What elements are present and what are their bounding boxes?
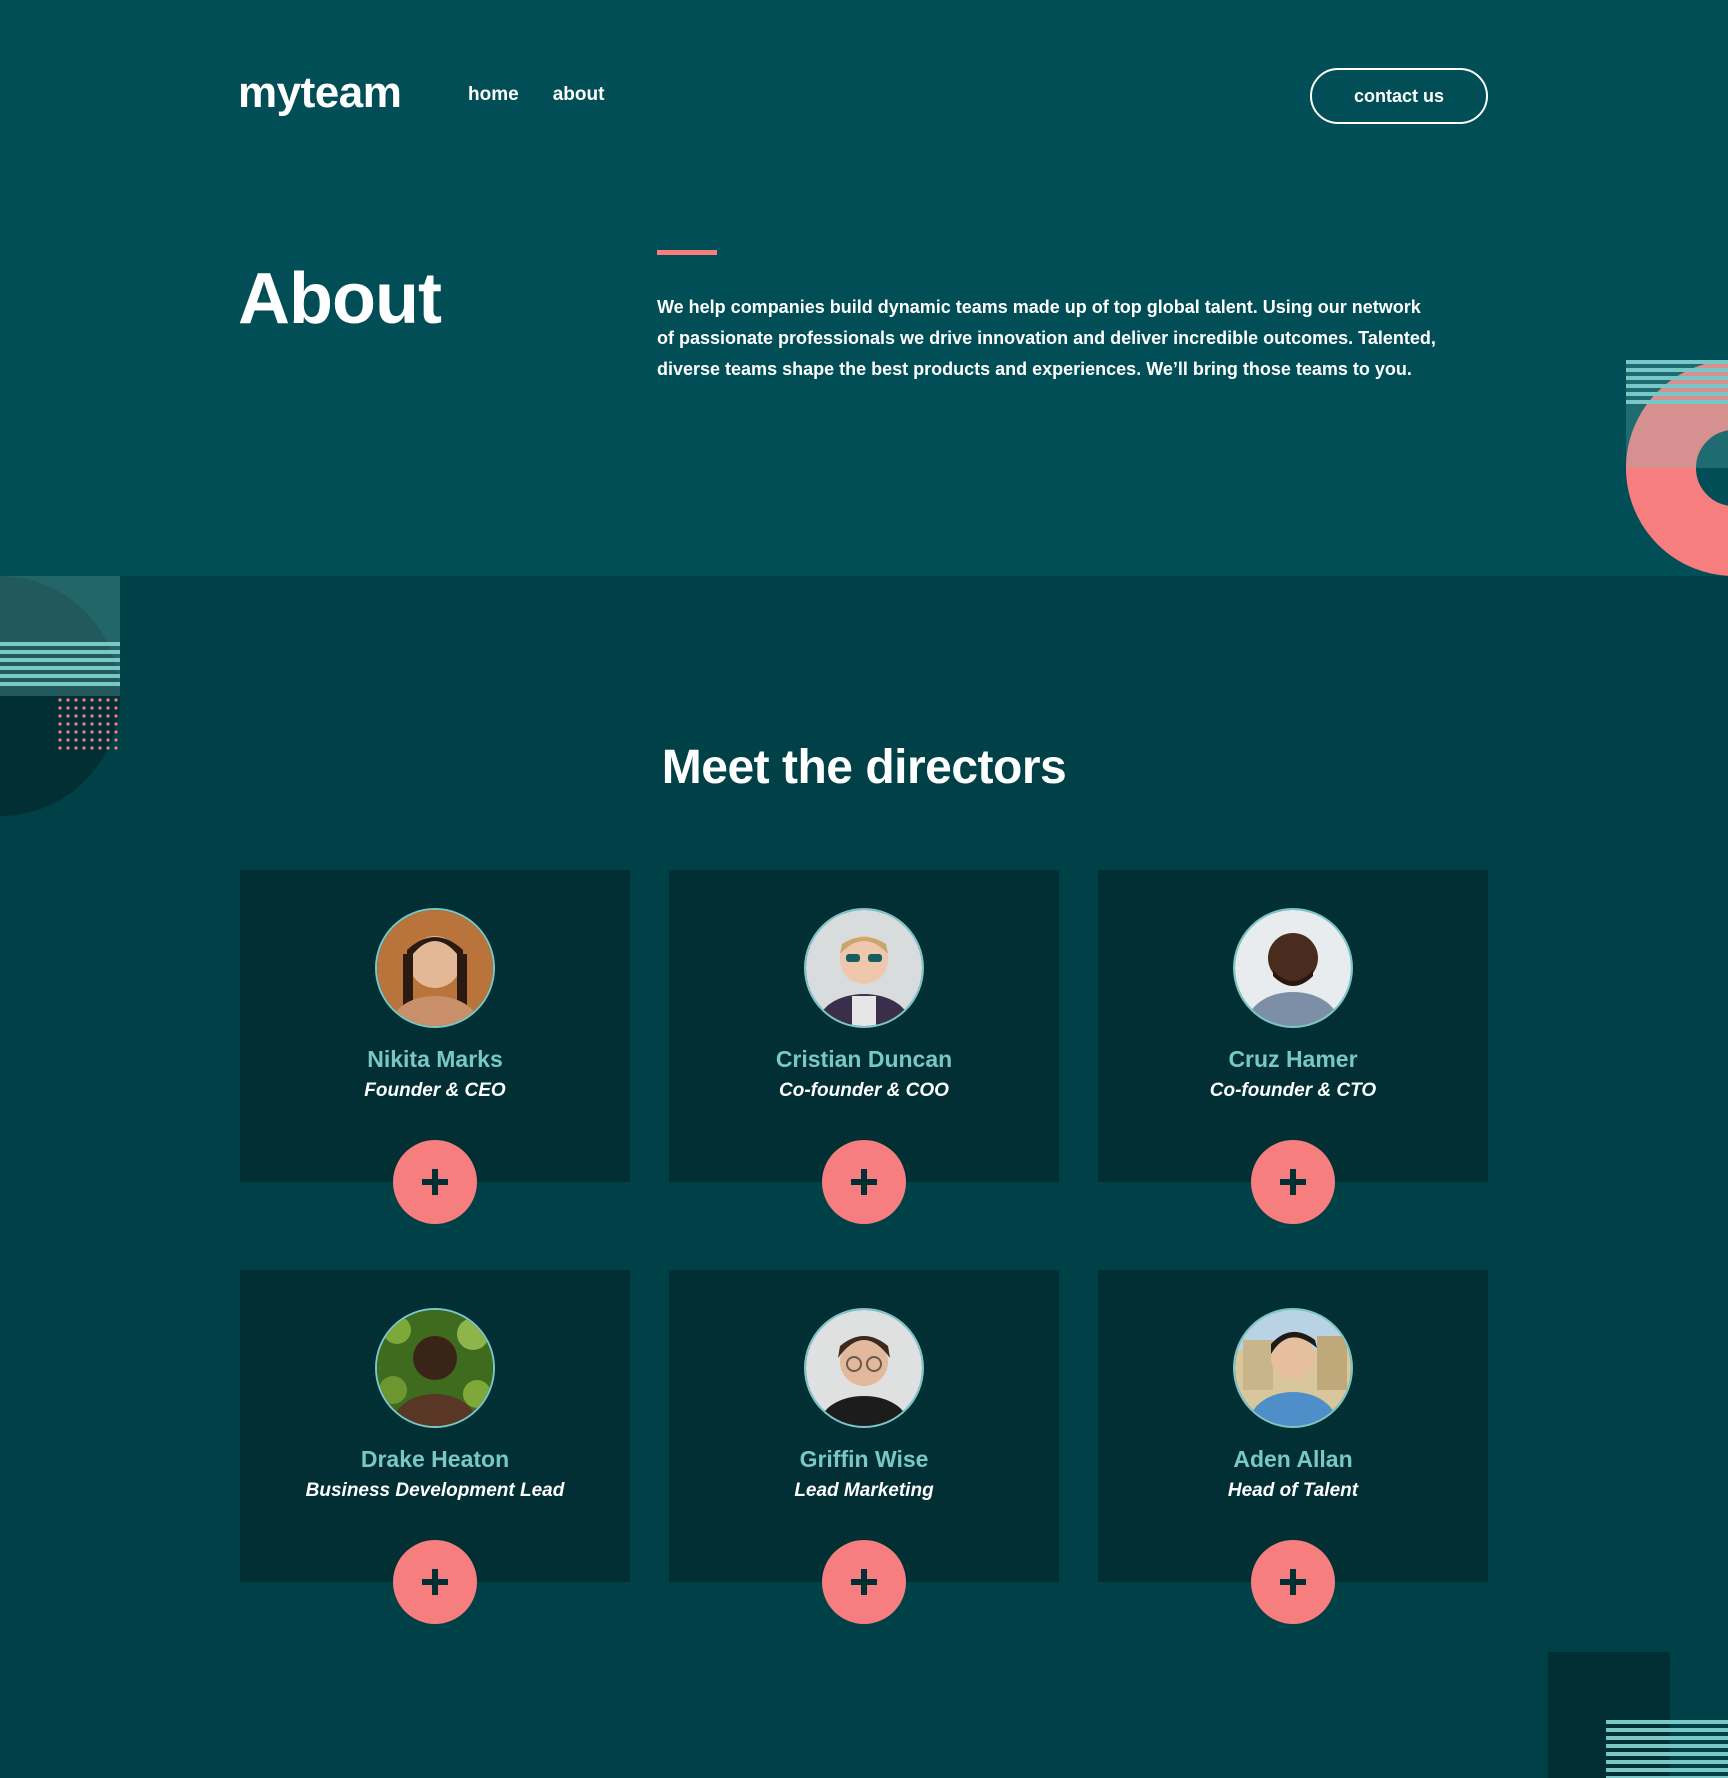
accent-bar bbox=[657, 250, 717, 255]
director-role: Co-founder & COO bbox=[779, 1080, 949, 1101]
expand-button[interactable] bbox=[1251, 1540, 1335, 1624]
about-hero-section: myteam home about contact us About We he… bbox=[0, 0, 1728, 576]
director-card: Cruz Hamer Co-founder & CTO bbox=[1098, 870, 1488, 1224]
expand-button[interactable] bbox=[393, 1140, 477, 1224]
director-card: Cristian Duncan Co-founder & COO bbox=[669, 870, 1059, 1224]
nav-home-link[interactable]: home bbox=[468, 84, 519, 106]
director-role: Business Development Lead bbox=[305, 1480, 565, 1501]
avatar-photo bbox=[377, 1310, 493, 1426]
avatar bbox=[375, 1308, 495, 1428]
director-card: Aden Allan Head of Talent bbox=[1098, 1270, 1488, 1624]
expand-button[interactable] bbox=[822, 1140, 906, 1224]
avatar-photo bbox=[1235, 1310, 1351, 1426]
avatar-photo bbox=[1235, 910, 1351, 1026]
avatar bbox=[1233, 908, 1353, 1028]
director-name: Drake Heaton bbox=[360, 1446, 510, 1472]
director-role: Co-founder & CTO bbox=[1209, 1080, 1377, 1101]
director-name: Aden Allan bbox=[1233, 1446, 1353, 1472]
avatar bbox=[1233, 1308, 1353, 1428]
avatar bbox=[804, 1308, 924, 1428]
plus-icon bbox=[1280, 1169, 1306, 1195]
expand-button[interactable] bbox=[822, 1540, 906, 1624]
avatar-photo bbox=[806, 1310, 922, 1426]
director-name: Griffin Wise bbox=[799, 1446, 929, 1472]
avatar-photo bbox=[377, 910, 493, 1026]
about-description: We help companies build dynamic teams ma… bbox=[657, 297, 1436, 379]
contact-us-button[interactable]: contact us bbox=[1310, 68, 1488, 124]
plus-icon bbox=[422, 1169, 448, 1195]
expand-button[interactable] bbox=[1251, 1140, 1335, 1224]
director-name: Cristian Duncan bbox=[775, 1046, 953, 1072]
decorative-stripes bbox=[0, 642, 120, 688]
page-title: About bbox=[238, 259, 442, 339]
director-name: Cruz Hamer bbox=[1228, 1046, 1358, 1072]
director-role: Founder & CEO bbox=[364, 1080, 506, 1101]
director-role: Lead Marketing bbox=[794, 1480, 934, 1501]
plus-icon bbox=[851, 1169, 877, 1195]
plus-icon bbox=[422, 1569, 448, 1595]
director-card: Nikita Marks Founder & CEO bbox=[240, 870, 630, 1224]
avatar-photo bbox=[806, 910, 922, 1026]
plus-icon bbox=[851, 1569, 877, 1595]
avatar bbox=[375, 908, 495, 1028]
avatar bbox=[804, 908, 924, 1028]
director-role: Head of Talent bbox=[1227, 1480, 1359, 1501]
main-nav: home about bbox=[468, 84, 604, 106]
directors-section: Meet the directors Nikita Marks Founder … bbox=[0, 576, 1728, 1778]
expand-button[interactable] bbox=[393, 1540, 477, 1624]
logo[interactable]: myteam bbox=[238, 68, 402, 118]
decorative-stripes bbox=[1626, 360, 1728, 406]
director-card: Drake Heaton Business Development Lead bbox=[240, 1270, 630, 1624]
plus-icon bbox=[1280, 1569, 1306, 1595]
director-name: Nikita Marks bbox=[367, 1046, 503, 1072]
section-title: Meet the directors bbox=[661, 741, 1067, 794]
director-card: Griffin Wise Lead Marketing bbox=[669, 1270, 1059, 1624]
nav-about-link[interactable]: about bbox=[553, 84, 605, 106]
decorative-stripes bbox=[1606, 1720, 1728, 1778]
